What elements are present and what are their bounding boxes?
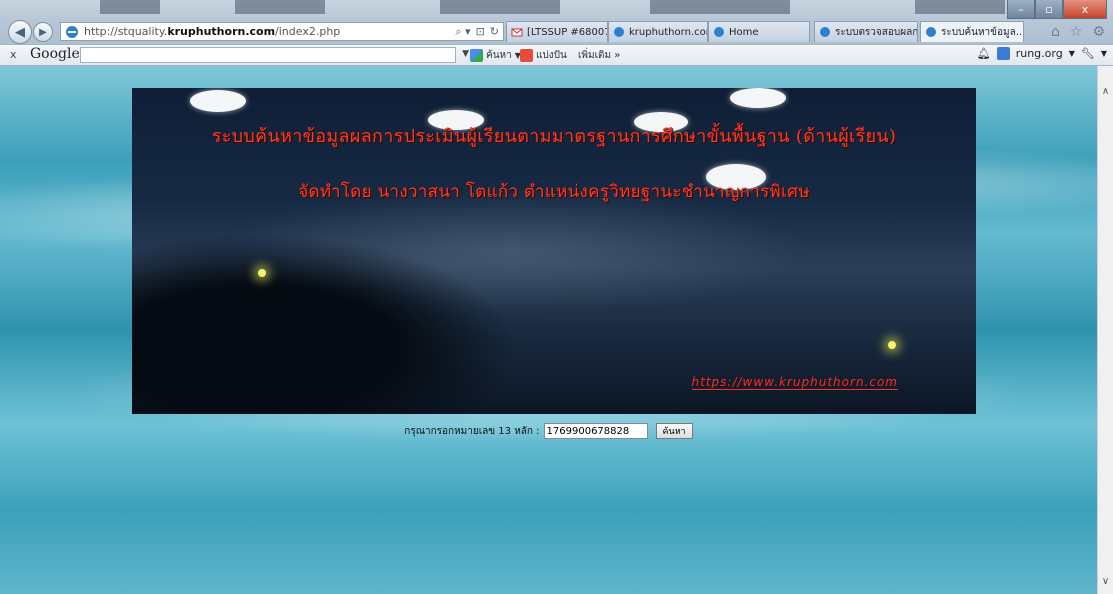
scroll-down-icon[interactable]: ∨ <box>1098 576 1113 592</box>
compat-view-icon[interactable]: ⊡ <box>476 25 485 39</box>
ie-icon <box>614 27 624 37</box>
minimize-button[interactable]: – <box>1007 0 1035 19</box>
vertical-scrollbar[interactable]: ∧ ∨ <box>1097 66 1113 594</box>
tab-search-data[interactable]: ระบบค้นหาข้อมูล... × <box>920 21 1024 42</box>
ie-icon <box>66 25 78 38</box>
share-label: แบ่งปัน <box>536 50 567 61</box>
account-name[interactable]: rung.org <box>1016 47 1063 60</box>
id-number-input[interactable] <box>543 423 648 439</box>
title-blur <box>915 0 1005 14</box>
maximize-button[interactable]: ▫ <box>1035 0 1063 19</box>
favorites-star-icon[interactable]: ☆ <box>1070 24 1083 40</box>
browser-right-icons: ⌂ ☆ ⚙ <box>1051 24 1105 40</box>
tab-label: ระบบค้นหาข้อมูล... <box>941 26 1024 38</box>
banner-website-url: https://www.kruphuthorn.com <box>691 375 898 390</box>
search-form: กรุณากรอกหมายเลข 13 หลัก : ค้นหา <box>0 423 1097 439</box>
address-tools: ⌕ ▾ ⊡ ↻ <box>455 25 499 39</box>
chevron-down-icon[interactable]: ▼ <box>462 49 469 59</box>
forward-button[interactable]: ▶ <box>33 22 53 42</box>
google-search-input[interactable]: ▼ <box>80 47 469 63</box>
address-url: http://stquality.kruphuthorn.com/index2.… <box>84 25 341 38</box>
ie-icon <box>926 27 936 37</box>
id-number-label: กรุณากรอกหมายเลข 13 หลัก : <box>404 425 540 437</box>
window-controls: – ▫ x <box>1007 0 1107 19</box>
google-more-button[interactable]: เพิ่มเติม » <box>578 48 620 63</box>
wrench-icon[interactable]: 🔧︎ <box>1081 47 1095 60</box>
tab-label: [LTSSUP #680072]... <box>527 26 607 38</box>
scroll-up-icon[interactable]: ∧ <box>1098 86 1113 102</box>
google-search-icon <box>470 49 483 62</box>
share-icon <box>520 49 533 62</box>
tab-check-results[interactable]: ระบบตรวจสอบผลกา... <box>814 21 918 42</box>
home-icon[interactable]: ⌂ <box>1051 24 1060 40</box>
more-label: เพิ่มเติม » <box>578 50 621 61</box>
search-label: ค้นหา <box>486 50 512 61</box>
banner-landscape <box>132 198 752 414</box>
back-button[interactable]: ◀ <box>8 20 32 44</box>
firefly-glow <box>888 341 896 349</box>
browser-title-bar: – ▫ x ◀ ▶ http://stquality.kruphuthorn.c… <box>0 0 1113 44</box>
bell-icon[interactable]: 🔔︎ <box>977 47 991 60</box>
back-arrow-icon: ◀ <box>15 24 25 40</box>
tab-label: kruphuthorn.com... <box>629 26 707 38</box>
google-toolbar: x Google ▼ ค้นหา ▼ แบ่งปัน เพิ่มเติม » 🔔… <box>0 44 1113 66</box>
chevron-down-icon[interactable]: ▼ <box>1101 49 1107 58</box>
gmail-icon <box>511 28 523 37</box>
page-title: ระบบค้นหาข้อมูลผลการประเมินผู้เรียนตามมา… <box>211 126 897 147</box>
google-account-area: 🔔︎ rung.org ▼ 🔧︎ ▼ <box>977 47 1107 60</box>
cloud-decoration <box>730 88 786 108</box>
tab-label: Home <box>729 26 759 38</box>
cloud-decoration <box>190 90 246 112</box>
title-blur <box>235 0 325 14</box>
ie-icon <box>714 27 724 37</box>
tab-home[interactable]: Home <box>708 21 810 42</box>
gear-icon[interactable]: ⚙ <box>1092 24 1105 40</box>
search-button[interactable]: ค้นหา <box>655 423 693 439</box>
tab-ltssup[interactable]: [LTSSUP #680072]... <box>506 21 608 42</box>
close-toolbar-icon[interactable]: x <box>10 48 17 61</box>
google-logo: Google <box>30 46 80 62</box>
ie-icon <box>820 27 830 37</box>
firefly-glow <box>258 269 266 277</box>
search-dropdown-icon[interactable]: ⌕ ▾ <box>455 25 470 39</box>
google-share-button[interactable]: แบ่งปัน <box>520 48 567 63</box>
close-window-button[interactable]: x <box>1063 0 1107 19</box>
chevron-down-icon[interactable]: ▼ <box>1069 49 1075 58</box>
title-blur <box>100 0 160 14</box>
avatar[interactable] <box>996 47 1010 60</box>
tab-label: ระบบตรวจสอบผลกา... <box>835 26 918 38</box>
address-bar[interactable]: http://stquality.kruphuthorn.com/index2.… <box>60 22 504 41</box>
page-viewport: ระบบค้นหาข้อมูลผลการประเมินผู้เรียนตามมา… <box>0 66 1097 594</box>
title-blur <box>440 0 560 14</box>
forward-arrow-icon: ▶ <box>39 26 47 38</box>
author-line: จัดทำโดย นางวาสนา โตแก้ว ตำแหน่งครูวิทยฐ… <box>298 182 810 202</box>
title-blur <box>650 0 790 14</box>
tab-kruphuthorn[interactable]: kruphuthorn.com... <box>608 21 708 42</box>
refresh-icon[interactable]: ↻ <box>490 25 499 39</box>
google-search-button[interactable]: ค้นหา ▼ <box>470 48 521 63</box>
header-banner: ระบบค้นหาข้อมูลผลการประเมินผู้เรียนตามมา… <box>132 88 976 414</box>
